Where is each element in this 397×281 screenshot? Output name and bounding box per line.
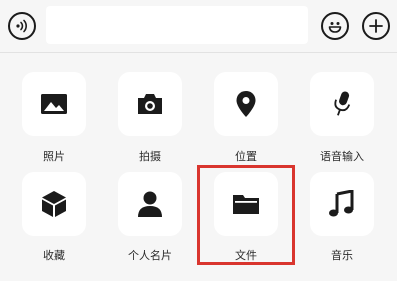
music-label: 音乐 bbox=[331, 249, 353, 262]
message-input[interactable] bbox=[46, 6, 308, 44]
photo-label: 照片 bbox=[43, 150, 65, 163]
location-tile[interactable] bbox=[214, 72, 278, 136]
folder-icon bbox=[233, 195, 259, 214]
location-icon bbox=[236, 91, 256, 117]
input-toolbar bbox=[0, 0, 397, 52]
more-functions-button[interactable] bbox=[362, 12, 390, 40]
voice-toggle-button[interactable] bbox=[8, 12, 36, 40]
voice-icon bbox=[16, 19, 27, 33]
camera-label: 拍摄 bbox=[139, 150, 161, 163]
microphone-icon bbox=[334, 91, 351, 116]
contact-card-tile[interactable] bbox=[118, 172, 182, 236]
favorites-cube-icon bbox=[42, 191, 66, 217]
contact-card-label: 个人名片 bbox=[128, 249, 172, 262]
photo-tile[interactable] bbox=[22, 72, 86, 136]
plus-icon bbox=[369, 19, 383, 33]
favorites-label: 收藏 bbox=[43, 249, 65, 262]
file-label: 文件 bbox=[235, 249, 257, 262]
favorites-tile[interactable] bbox=[22, 172, 86, 236]
music-note-icon bbox=[329, 190, 354, 217]
photo-icon bbox=[41, 94, 67, 114]
camera-tile[interactable] bbox=[118, 72, 182, 136]
emoji-button[interactable] bbox=[321, 12, 349, 40]
music-tile[interactable] bbox=[310, 172, 374, 236]
file-tile[interactable] bbox=[214, 172, 278, 236]
toolbar-divider bbox=[0, 52, 397, 53]
voice-input-tile[interactable] bbox=[310, 72, 374, 136]
location-label: 位置 bbox=[235, 150, 257, 163]
voice-input-label: 语音输入 bbox=[320, 150, 364, 163]
emoji-icon bbox=[328, 22, 342, 33]
contact-card-icon bbox=[138, 191, 162, 217]
camera-icon bbox=[138, 94, 162, 114]
